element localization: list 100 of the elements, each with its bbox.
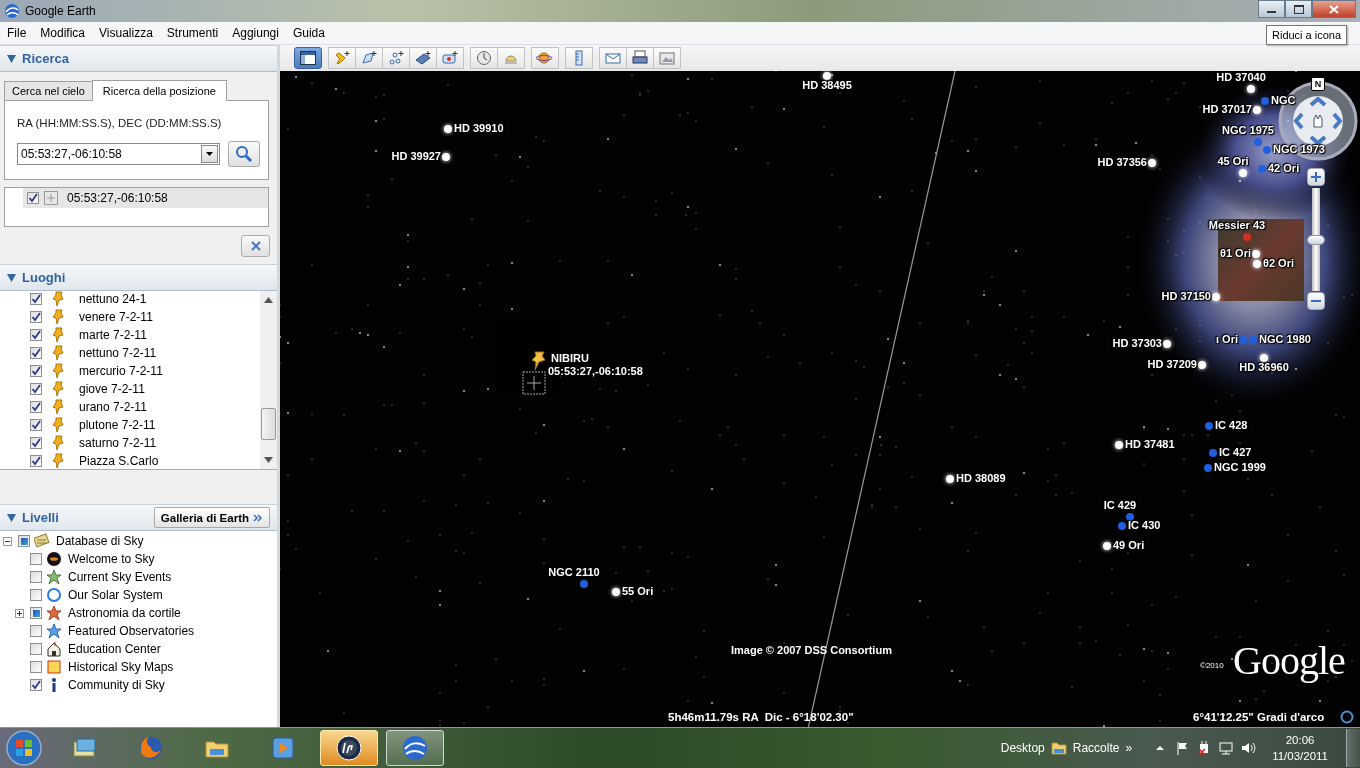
star-label[interactable]: IC 430 [1128, 519, 1161, 532]
layer-label[interactable]: Featured Observatories [68, 624, 195, 638]
place-label[interactable]: giove 7-2-11 [79, 382, 145, 396]
star-label[interactable]: NGC 2110 [548, 566, 600, 579]
star-dot[interactable] [1249, 336, 1257, 344]
checkbox[interactable] [30, 419, 42, 431]
maximize-button[interactable] [1285, 0, 1312, 18]
checkbox[interactable] [30, 679, 42, 691]
star-dot[interactable] [1243, 233, 1251, 241]
star-dot[interactable] [946, 475, 954, 483]
place-label[interactable]: plutone 7-2-11 [79, 418, 156, 432]
checkbox[interactable] [30, 437, 42, 449]
checkbox[interactable] [30, 643, 42, 655]
star-dot[interactable] [1209, 449, 1217, 457]
star-dot[interactable] [612, 588, 620, 596]
tab[interactable]: Ricerca della posizione [91, 80, 227, 101]
star-label[interactable]: IC 429 [1103, 499, 1137, 512]
planets-button[interactable] [531, 47, 559, 69]
star-label[interactable]: NGC 1980 [1259, 333, 1311, 346]
star-dot[interactable] [1260, 354, 1268, 362]
dropdown-button[interactable] [201, 145, 219, 163]
speaker-icon[interactable] [1240, 740, 1257, 756]
minimize-button[interactable] [1258, 0, 1285, 18]
layer-label[interactable]: Current Sky Events [68, 570, 172, 584]
star-dot[interactable] [1205, 422, 1213, 430]
pushpin-icon[interactable] [530, 351, 548, 371]
clear-button[interactable] [241, 235, 270, 257]
close-button[interactable] [1312, 0, 1356, 18]
checkbox[interactable] [30, 347, 42, 359]
star-dot[interactable] [442, 153, 450, 161]
star-label[interactable]: HD 37150 [1161, 290, 1211, 303]
layer-label[interactable]: Historical Sky Maps [68, 660, 174, 674]
scroll-up-icon[interactable] [264, 297, 273, 303]
place-label[interactable]: nettuno 24-1 [79, 292, 147, 306]
toolbar-overflow[interactable]: » [1125, 741, 1133, 755]
menu-item[interactable]: Guida [285, 26, 332, 40]
clock[interactable]: 20:06 11/03/2011 [1272, 732, 1328, 764]
collapse-icon[interactable] [3, 536, 12, 546]
checkbox[interactable] [30, 625, 42, 637]
star-dot[interactable] [1261, 97, 1269, 105]
section-title[interactable]: Luoghi [22, 270, 66, 285]
star-label[interactable]: Messier 43 [1208, 219, 1266, 232]
star-dot[interactable] [1239, 169, 1247, 177]
star-label[interactable]: 42 Ori [1268, 162, 1300, 175]
star-dot[interactable] [1263, 146, 1271, 154]
menu-item[interactable]: File [0, 26, 34, 40]
place-label[interactable]: venere 7-2-11 [79, 310, 153, 324]
menu-item[interactable]: Visualizza [92, 26, 160, 40]
layer-label[interactable]: Community di Sky [68, 678, 165, 692]
star-dot[interactable] [1252, 250, 1260, 258]
star-dot[interactable] [1115, 441, 1123, 449]
collections-toolbar[interactable]: Raccolte [1072, 741, 1120, 755]
star-dot[interactable] [1198, 361, 1206, 369]
star-label[interactable]: 49 Ori [1113, 539, 1145, 552]
star-dot[interactable] [1204, 464, 1212, 472]
star-label[interactable]: HD 37209 [1147, 358, 1197, 371]
star-label[interactable]: HD 37356 [1097, 156, 1147, 169]
menu-item[interactable]: Modifica [33, 26, 93, 40]
place-label[interactable]: saturno 7-2-11 [79, 436, 157, 450]
record-tour-button[interactable] [436, 47, 464, 69]
placemark-label[interactable]: NIBIRU [551, 352, 589, 365]
layer-label[interactable]: Welcome to Sky [68, 552, 155, 566]
checkbox[interactable] [30, 553, 42, 565]
zoom-in-button[interactable] [1307, 168, 1325, 186]
email-button[interactable] [599, 47, 627, 69]
star-label[interactable]: IC 428 [1215, 419, 1248, 432]
star-dot[interactable] [1163, 340, 1171, 348]
taskbar-app-button[interactable] [320, 730, 378, 766]
star-label[interactable]: HD 39927 [391, 150, 441, 163]
star-dot[interactable] [1253, 106, 1261, 114]
checkbox[interactable] [30, 571, 42, 583]
place-label[interactable]: Piazza S.Carlo [79, 454, 159, 468]
star-dot[interactable] [1212, 293, 1220, 301]
checkbox[interactable] [30, 311, 42, 323]
star-label[interactable]: θ1 Ori [1220, 247, 1251, 260]
zoom-out-button[interactable] [1307, 292, 1325, 310]
menu-item[interactable]: Aggiungi [225, 26, 286, 40]
star-label[interactable]: 55 Ori [622, 585, 654, 598]
place-label[interactable]: mercurio 7-2-11 [79, 364, 163, 378]
layer-label[interactable]: Our Solar System [68, 588, 163, 602]
place-label[interactable]: urano 7-2-11 [79, 400, 147, 414]
collapse-triangle-icon[interactable] [7, 54, 16, 63]
menu-item[interactable]: Strumenti [159, 26, 226, 40]
layer-label[interactable]: Education Center [68, 642, 161, 656]
expand-icon[interactable] [15, 608, 24, 618]
zoom-slider[interactable] [1307, 188, 1325, 291]
scroll-thumb[interactable] [261, 408, 276, 440]
star-label[interactable]: HD 36960 [1239, 361, 1289, 374]
star-dot[interactable] [1239, 336, 1247, 344]
checkbox[interactable] [30, 661, 42, 673]
star-label[interactable]: HD 37017 [1202, 103, 1252, 116]
checkbox[interactable] [30, 607, 42, 619]
checkbox[interactable] [30, 383, 42, 395]
checkbox[interactable] [30, 365, 42, 377]
section-title[interactable]: Livelli [22, 510, 59, 525]
star-dot[interactable] [1254, 138, 1262, 146]
add-path-button[interactable] [382, 47, 410, 69]
star-dot[interactable] [1126, 513, 1134, 521]
star-dot[interactable] [1247, 85, 1255, 93]
place-label[interactable]: marte 7-2-11 [79, 328, 147, 342]
